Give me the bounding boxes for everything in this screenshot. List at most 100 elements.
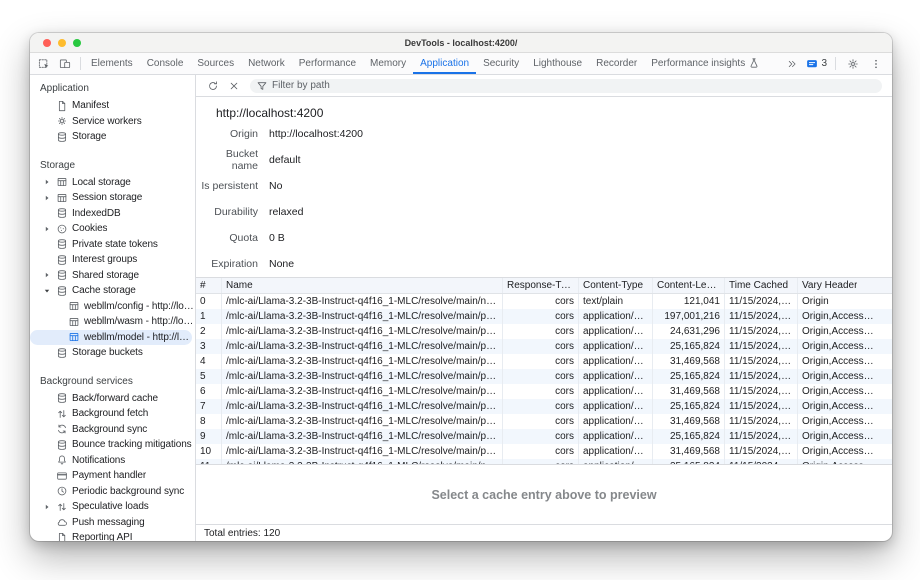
sidebar-item-service-workers[interactable]: Service workers — [30, 114, 195, 130]
sidebar-item-cookies[interactable]: Cookies — [30, 221, 195, 237]
col-time-cached[interactable]: Time Cached — [725, 278, 798, 293]
filter-input[interactable] — [272, 80, 876, 91]
sidebar-item-label: Payment handler — [72, 470, 146, 481]
col-[interactable]: # — [196, 278, 222, 293]
sidebar-item-indexeddb[interactable]: IndexedDB — [30, 206, 195, 222]
triangle-right-icon[interactable] — [42, 178, 52, 186]
minimize-button[interactable] — [58, 39, 66, 47]
settings-button[interactable] — [844, 56, 862, 72]
sidebar-item-push-messaging[interactable]: Push messaging — [30, 515, 195, 531]
cell-content-type: application/oc… — [579, 354, 653, 369]
sidebar-item-webllm-wasm-http-loca[interactable]: webllm/wasm - http://loca… — [30, 314, 195, 330]
cache-entry-row[interactable]: 8/mlc-ai/Llama-3.2-3B-Instruct-q4f16_1-M… — [196, 414, 892, 429]
metadata-label: Quota — [200, 232, 258, 244]
sidebar-item-webllm-config-http-loc[interactable]: webllm/config - http://loc… — [30, 299, 195, 315]
cell-content-type: application/oc… — [579, 324, 653, 339]
cell-value: 5 — [200, 371, 206, 382]
cache-entry-row[interactable]: 1/mlc-ai/Llama-3.2-3B-Instruct-q4f16_1-M… — [196, 309, 892, 324]
col-name[interactable]: Name — [222, 278, 503, 293]
tab-label: Recorder — [596, 58, 637, 69]
sidebar-item-storage-buckets[interactable]: Storage buckets — [30, 345, 195, 361]
tab-application[interactable]: Application — [413, 53, 476, 74]
sidebar-item-label: Bounce tracking mitigations — [72, 439, 192, 450]
cache-entry-row[interactable]: 4/mlc-ai/Llama-3.2-3B-Instruct-q4f16_1-M… — [196, 354, 892, 369]
cell-vary-header: Origin,Access… — [798, 339, 892, 354]
triangle-right-icon[interactable] — [42, 271, 52, 279]
cell-value: 11/15/2024, 10… — [729, 326, 793, 337]
cache-entry-row[interactable]: 3/mlc-ai/Llama-3.2-3B-Instruct-q4f16_1-M… — [196, 339, 892, 354]
cache-entry-row[interactable]: 5/mlc-ai/Llama-3.2-3B-Instruct-q4f16_1-M… — [196, 369, 892, 384]
more-tabs-button[interactable] — [783, 56, 801, 72]
cache-entry-row[interactable]: 0/mlc-ai/Llama-3.2-3B-Instruct-q4f16_1-M… — [196, 294, 892, 309]
sidebar-item-webllm-model-http-loc[interactable]: webllm/model - http://loc… — [30, 330, 192, 346]
col-content-length[interactable]: Content-Length — [653, 278, 725, 293]
sidebar-item-storage[interactable]: Storage — [30, 129, 195, 145]
close-button[interactable] — [43, 39, 51, 47]
sidebar-item-label: Private state tokens — [72, 239, 158, 250]
sidebar-item-payment-handler[interactable]: Payment handler — [30, 468, 195, 484]
tab-performance-insights[interactable]: Performance insights — [644, 53, 767, 74]
sidebar-item-background-fetch[interactable]: Background fetch — [30, 406, 195, 422]
tab-recorder[interactable]: Recorder — [589, 53, 644, 74]
sidebar-item-periodic-background-sync[interactable]: Periodic background sync — [30, 484, 195, 500]
cell-response-type: cors — [503, 354, 579, 369]
cache-entry-row[interactable]: 2/mlc-ai/Llama-3.2-3B-Instruct-q4f16_1-M… — [196, 324, 892, 339]
cache-entry-row[interactable]: 7/mlc-ai/Llama-3.2-3B-Instruct-q4f16_1-M… — [196, 399, 892, 414]
sidebar-item-session-storage[interactable]: Session storage — [30, 190, 195, 206]
col-vary-header[interactable]: Vary Header — [798, 278, 892, 293]
sidebar-item-cache-storage[interactable]: Cache storage — [30, 283, 195, 299]
delete-selected-button[interactable] — [226, 78, 242, 94]
zoom-button[interactable] — [73, 39, 81, 47]
triangle-right-icon[interactable] — [42, 194, 52, 202]
sidebar-item-shared-storage[interactable]: Shared storage — [30, 268, 195, 284]
triangle-right-icon[interactable] — [42, 225, 52, 233]
cell-value: application/oc… — [583, 386, 648, 397]
sidebar-item-back-forward-cache[interactable]: Back/forward cache — [30, 391, 195, 407]
sidebar-item-speculative-loads[interactable]: Speculative loads — [30, 499, 195, 515]
inspect-icon — [38, 58, 50, 70]
cell-time-cached: 11/15/2024, 10… — [725, 444, 798, 459]
tab-security[interactable]: Security — [476, 53, 526, 74]
triangle-right-icon[interactable] — [42, 503, 52, 511]
sidebar-item-label: Speculative loads — [72, 501, 149, 512]
menu-button[interactable] — [867, 56, 885, 72]
cell-response-type: cors — [503, 414, 579, 429]
metadata-row-origin: Originhttp://localhost:4200 — [200, 121, 892, 147]
triangle-down-icon[interactable] — [42, 287, 52, 295]
refresh-button[interactable] — [205, 78, 221, 94]
cell-vary-header: Origin,Access… — [798, 384, 892, 399]
inspect-element-button[interactable] — [35, 56, 53, 72]
tab-console[interactable]: Console — [140, 53, 191, 74]
sidebar-item-local-storage[interactable]: Local storage — [30, 175, 195, 191]
tab-memory[interactable]: Memory — [363, 53, 413, 74]
device-toolbar-button[interactable] — [56, 56, 74, 72]
cache-entry-row[interactable]: 9/mlc-ai/Llama-3.2-3B-Instruct-q4f16_1-M… — [196, 429, 892, 444]
content-area: ApplicationManifestService workersStorag… — [30, 75, 892, 541]
sidebar-item-manifest[interactable]: Manifest — [30, 98, 195, 114]
clock-icon — [56, 485, 68, 497]
tab-sources[interactable]: Sources — [190, 53, 241, 74]
cell-content-length: 25,165,824 — [653, 429, 725, 444]
database-icon — [56, 347, 68, 359]
sidebar-item-label: Shared storage — [72, 270, 139, 281]
tab-elements[interactable]: Elements — [84, 53, 140, 74]
sidebar-item-bounce-tracking-mitigations[interactable]: Bounce tracking mitigations — [30, 437, 195, 453]
tab-lighthouse[interactable]: Lighthouse — [526, 53, 589, 74]
col-response-type[interactable]: Response-Type — [503, 278, 579, 293]
cell-value: 9 — [200, 431, 206, 442]
sidebar-item-private-state-tokens[interactable]: Private state tokens — [30, 237, 195, 253]
tab-network[interactable]: Network — [241, 53, 292, 74]
tab-performance[interactable]: Performance — [292, 53, 363, 74]
sidebar-item-notifications[interactable]: Notifications — [30, 453, 195, 469]
metadata-value: default — [269, 154, 301, 166]
column-header-label: Name — [226, 280, 253, 291]
sidebar-item-interest-groups[interactable]: Interest groups — [30, 252, 195, 268]
metadata-label: Durability — [200, 206, 258, 218]
col-content-type[interactable]: Content-Type — [579, 278, 653, 293]
cache-entry-row[interactable]: 6/mlc-ai/Llama-3.2-3B-Instruct-q4f16_1-M… — [196, 384, 892, 399]
issues-badge[interactable]: 3 — [806, 58, 827, 70]
sidebar-item-background-sync[interactable]: Background sync — [30, 422, 195, 438]
cache-entry-row[interactable]: 10/mlc-ai/Llama-3.2-3B-Instruct-q4f16_1-… — [196, 444, 892, 459]
tabbar-right-buttons: 3 — [783, 53, 892, 74]
sidebar-item-reporting-api[interactable]: Reporting API — [30, 530, 195, 541]
